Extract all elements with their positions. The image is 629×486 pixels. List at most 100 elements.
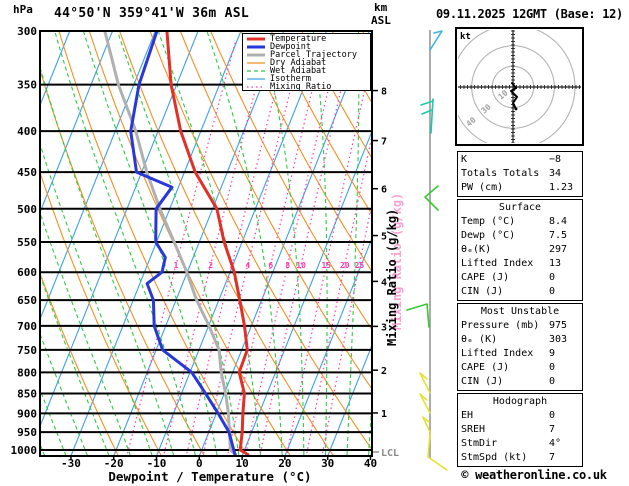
legend-line-sample xyxy=(247,53,265,57)
table-row-value: 13 xyxy=(549,258,562,269)
table-row: Totals Totals 34 xyxy=(461,167,579,181)
temperature-tick-labels: -30 -20 -10 0 10 20 30 40 xyxy=(61,456,377,470)
table-row: SREH 7 xyxy=(461,423,579,437)
svg-text:10: 10 xyxy=(296,261,306,270)
svg-text:1: 1 xyxy=(381,409,387,420)
indices-tables: K −8 Totals Totals 34 PW (cm) 1.23 Surface Tem… xyxy=(457,151,583,469)
table-row-label: Temp (°C) xyxy=(461,216,516,227)
table-row: θₑ(K) 297 xyxy=(461,243,579,257)
table-section-title: Hodograph xyxy=(492,396,548,407)
svg-text:2: 2 xyxy=(381,366,387,377)
table-section-title: Surface xyxy=(498,202,542,213)
table-row-value: 1.23 xyxy=(549,182,574,193)
table-row-label: CIN (J) xyxy=(461,376,504,387)
svg-text:7: 7 xyxy=(381,137,387,148)
table-row-value: 0 xyxy=(549,272,556,283)
svg-text:500: 500 xyxy=(17,203,37,216)
table-row: Lifted Index 13 xyxy=(461,257,579,271)
skewt-sounding-app: hPa 44°50'N 359°41'W 36m ASL km ASL 09.1… xyxy=(0,0,629,486)
svg-text:20: 20 xyxy=(340,261,350,270)
wind-barb-column xyxy=(406,30,448,471)
table-row-value: 0 xyxy=(549,362,556,373)
table-row: Pressure (mb) 975 xyxy=(461,319,579,333)
table-row-label: Lifted Index xyxy=(461,348,534,359)
table-row-label: CIN (J) xyxy=(461,286,504,297)
table-row-value: −8 xyxy=(549,154,562,165)
table-row: Lifted Index 9 xyxy=(461,347,579,361)
table-row-value: 0 xyxy=(549,410,556,421)
table-row: Temp (°C) 8.4 xyxy=(461,215,579,229)
table-row-value: 303 xyxy=(549,334,568,345)
hodograph-unit-label: kt xyxy=(460,32,471,42)
surface-indices-box: Surface Temp (°C) 8.4 Dewp (°C) 7.5 θₑ(K) 297 L… xyxy=(457,199,583,301)
table-row-label: PW (cm) xyxy=(461,182,504,193)
svg-text:1000: 1000 xyxy=(11,444,38,457)
hodograph-indices-box: Hodograph EH 0 SREH 7 StmDir 4° StmSpd (kt) 7 xyxy=(457,393,583,467)
table-row-label: θₑ(K) xyxy=(461,244,492,255)
table-row-label: Dewp (°C) xyxy=(461,230,516,241)
table-row-value: 34 xyxy=(549,168,562,179)
legend-line-sample xyxy=(247,45,265,49)
legend-line-sample xyxy=(247,70,265,72)
legend-line-sample xyxy=(247,78,265,80)
table-row-value: 8.4 xyxy=(549,216,568,227)
svg-text:550: 550 xyxy=(17,236,37,249)
svg-text:350: 350 xyxy=(17,79,37,92)
svg-text:4: 4 xyxy=(245,261,250,270)
svg-text:700: 700 xyxy=(17,320,37,333)
svg-text:8: 8 xyxy=(285,261,290,270)
table-row-label: Lifted Index xyxy=(461,258,534,269)
table-row-label: CAPE (J) xyxy=(461,362,510,373)
mixing-ratio-axis-label: Mixing Ratio (g/kg) xyxy=(385,209,399,346)
table-row: CIN (J) 0 xyxy=(461,285,579,299)
legend-item: Mixing Ratio xyxy=(246,83,370,91)
table-row-value: 975 xyxy=(549,320,568,331)
legend-line-sample xyxy=(247,86,265,88)
table-row-label: Pressure (mb) xyxy=(461,320,540,331)
svg-text:8: 8 xyxy=(381,87,387,98)
table-row-label: CAPE (J) xyxy=(461,272,510,283)
svg-text:450: 450 xyxy=(17,166,37,179)
table-row-label: θₑ (K) xyxy=(461,334,498,345)
table-row-value: 4° xyxy=(549,438,562,449)
svg-text:900: 900 xyxy=(17,407,37,420)
svg-text:40: 40 xyxy=(364,457,377,470)
table-row: PW (cm) 1.23 xyxy=(461,181,579,195)
svg-text:850: 850 xyxy=(17,387,37,400)
table-row-value: 7 xyxy=(549,452,556,463)
table-section-title: Most Unstable xyxy=(480,306,560,317)
table-row: CAPE (J) 0 xyxy=(461,271,579,285)
svg-text:600: 600 xyxy=(17,266,37,279)
table-row: θₑ (K) 303 xyxy=(461,333,579,347)
pressure-tick-labels: 300 350 400 450 500 550 600 650 700 750 800 850 900 9… xyxy=(11,25,38,457)
legend-item-label: Mixing Ratio xyxy=(270,82,332,92)
svg-text:650: 650 xyxy=(17,294,37,307)
table-row-value: 297 xyxy=(549,244,568,255)
legend-line-sample xyxy=(247,37,265,41)
table-row-label: Totals Totals xyxy=(461,168,540,179)
svg-text:LCL: LCL xyxy=(381,448,399,459)
table-row-label: StmSpd (kt) xyxy=(461,452,528,463)
table-row: StmDir 4° xyxy=(461,437,579,451)
svg-text:25: 25 xyxy=(355,261,365,270)
table-row-value: 9 xyxy=(549,348,556,359)
table-row-value: 7 xyxy=(549,424,556,435)
legend-line-sample xyxy=(247,62,265,64)
svg-text:750: 750 xyxy=(17,344,37,357)
table-row-label: SREH xyxy=(461,424,486,435)
temperature-axis-title: Dewpoint / Temperature (°C) xyxy=(108,469,312,484)
mixing-ratio-lines xyxy=(126,42,372,456)
svg-text:2: 2 xyxy=(208,261,213,270)
table-row: CIN (J) 0 xyxy=(461,375,579,389)
table-row: StmSpd (kt) 7 xyxy=(461,451,579,465)
copyright-footer: © weatheronline.co.uk xyxy=(461,468,607,482)
svg-text:800: 800 xyxy=(17,366,37,379)
table-row-value: 0 xyxy=(549,376,556,387)
svg-text:1: 1 xyxy=(174,261,179,270)
pressure-gridlines xyxy=(40,31,372,451)
table-row-label: K xyxy=(461,154,468,165)
mixing-ratio-labels: 1 2 3 4 6 8 10 15 20 25 xyxy=(174,261,365,270)
table-row: EH 0 xyxy=(461,409,579,423)
table-row-value: 0 xyxy=(549,286,556,297)
table-row: Dewp (°C) 7.5 xyxy=(461,229,579,243)
